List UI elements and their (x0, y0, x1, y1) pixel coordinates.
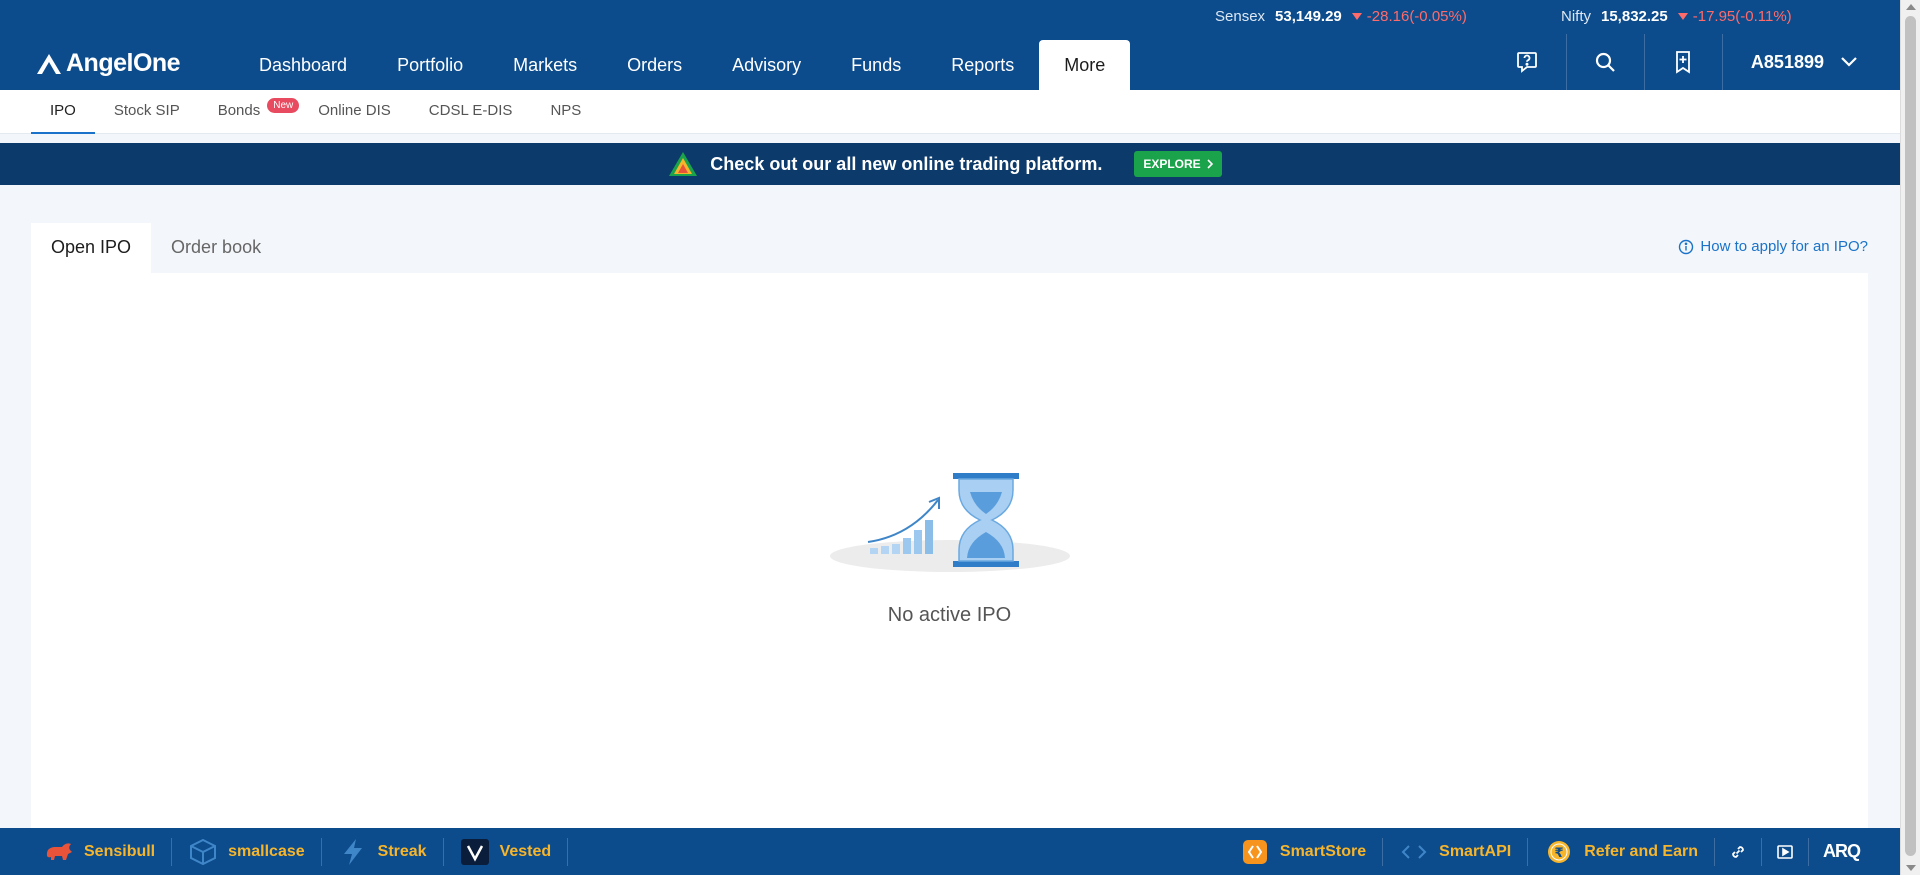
empty-state-message: No active IPO (887, 604, 1012, 626)
search-icon (1596, 52, 1616, 72)
info-icon (1679, 239, 1694, 254)
footer-smartstore[interactable]: SmartStore (1224, 837, 1384, 866)
pyramid-logo-icon (669, 152, 698, 176)
footer-vested[interactable]: Vested (444, 837, 569, 866)
main-nav-items: Dashboard Portfolio Markets Orders Advis… (234, 34, 1131, 90)
vested-logo-icon (460, 838, 489, 865)
nifty-value: 15,832.25 (1601, 8, 1668, 25)
down-arrow-icon (1351, 13, 1362, 20)
banner-text: Check out our all new online trading pla… (710, 153, 1103, 174)
hourglass-growth-illustration (829, 473, 1070, 572)
promo-banner[interactable]: Check out our all new online trading pla… (0, 143, 1900, 185)
sensex-change: -28.16(-0.05%) (1351, 8, 1467, 25)
subnav-ipo[interactable]: IPO (31, 90, 95, 134)
sensibull-label: Sensibull (84, 842, 156, 860)
down-arrow-icon (1677, 13, 1688, 20)
lightning-icon (343, 838, 362, 865)
sensex-ticker[interactable]: Sensex 53,149.29 -28.16(-0.05%) (1215, 8, 1467, 25)
partner-footer: Sensibull smallcase Streak Vested SmartS… (0, 828, 1900, 875)
sub-navbar: IPO Stock SIP Bonds New Online DIS CDSL … (0, 90, 1900, 134)
nifty-name: Nifty (1561, 8, 1591, 25)
bull-icon (46, 842, 72, 860)
ipo-tabs: Open IPO Order book (31, 223, 281, 273)
footer-refer-and-earn[interactable]: ₹ Refer and Earn (1528, 837, 1715, 866)
nav-right-tools: A851899 (1489, 34, 1900, 90)
code-brackets-icon (1401, 844, 1427, 859)
nav-portfolio[interactable]: Portfolio (372, 34, 488, 90)
smallcase-cube-icon (190, 838, 217, 865)
explore-button[interactable]: EXPLORE (1134, 151, 1222, 177)
chevron-down-icon (1841, 57, 1857, 67)
search-button[interactable] (1567, 34, 1645, 90)
nav-advisory[interactable]: Advisory (707, 34, 826, 90)
how-to-apply-link[interactable]: How to apply for an IPO? (1678, 238, 1868, 255)
subnav-stock-sip[interactable]: Stock SIP (95, 90, 199, 134)
footer-link-button[interactable] (1715, 837, 1762, 866)
smartstore-label: SmartStore (1279, 842, 1367, 860)
account-menu[interactable]: A851899 (1723, 52, 1900, 73)
help-button[interactable] (1489, 34, 1567, 90)
svg-text:₹: ₹ (1555, 846, 1564, 861)
nav-reports[interactable]: Reports (926, 34, 1039, 90)
tab-order-book[interactable]: Order book (151, 223, 281, 273)
play-video-icon (1777, 844, 1793, 859)
link-icon (1732, 845, 1744, 858)
nav-more[interactable]: More (1039, 40, 1131, 90)
nav-markets[interactable]: Markets (488, 34, 602, 90)
nav-funds[interactable]: Funds (826, 34, 926, 90)
ipo-content-card: No active IPO (31, 273, 1868, 828)
footer-sensibull[interactable]: Sensibull (28, 837, 173, 866)
angelone-logo-icon (37, 53, 61, 74)
scroll-up-icon[interactable] (1906, 4, 1916, 10)
rupee-coin-icon: ₹ (1548, 840, 1571, 863)
brand-name: AngelOne (66, 49, 181, 77)
footer-streak[interactable]: Streak (322, 837, 444, 866)
scroll-thumb[interactable] (1905, 16, 1916, 856)
nifty-change: -17.95(-0.11%) (1677, 8, 1792, 25)
market-ticker-bar: Sensex 53,149.29 -28.16(-0.05%) Nifty 15… (0, 0, 1900, 34)
tab-open-ipo[interactable]: Open IPO (31, 223, 152, 273)
watchlist-button[interactable] (1645, 34, 1723, 90)
smallcase-label: smallcase (228, 842, 305, 860)
footer-smartapi[interactable]: SmartAPI (1383, 837, 1529, 866)
bookmark-add-icon (1676, 51, 1691, 74)
page-scrollbar[interactable] (1900, 0, 1920, 875)
footer-video-button[interactable] (1762, 837, 1809, 866)
angelone-logo[interactable]: AngelOne (36, 49, 181, 78)
refer-label: Refer and Earn (1584, 842, 1698, 860)
vested-label: Vested (499, 842, 552, 860)
subnav-cdsl-edis[interactable]: CDSL E-DIS (410, 90, 532, 134)
scroll-down-icon[interactable] (1906, 865, 1916, 871)
arq-label: ARQ (1823, 841, 1861, 861)
chevron-right-icon (1207, 159, 1213, 169)
explore-label: EXPLORE (1143, 157, 1201, 171)
sensex-name: Sensex (1215, 8, 1266, 25)
nav-orders[interactable]: Orders (602, 34, 707, 90)
help-chat-icon (1517, 52, 1538, 73)
subnav-online-dis[interactable]: Online DIS (299, 90, 410, 134)
streak-label: Streak (377, 842, 427, 860)
smartstore-icon (1242, 839, 1267, 864)
nav-dashboard[interactable]: Dashboard (234, 34, 372, 90)
smartapi-label: SmartAPI (1439, 842, 1512, 860)
footer-smallcase[interactable]: smallcase (172, 837, 322, 866)
subnav-nps[interactable]: NPS (531, 90, 600, 134)
new-badge: New (267, 98, 300, 113)
arq-logo[interactable]: ARQ (1809, 841, 1861, 862)
subnav-bonds-label: Bonds (217, 102, 261, 119)
account-id: A851899 (1750, 51, 1824, 72)
empty-state: No active IPO (31, 458, 1868, 627)
main-navbar: AngelOne Dashboard Portfolio Markets Ord… (0, 34, 1900, 90)
subnav-bonds[interactable]: Bonds New (199, 90, 300, 134)
nifty-ticker[interactable]: Nifty 15,832.25 -17.95(-0.11%) (1561, 8, 1792, 25)
sensex-value: 53,149.29 (1275, 8, 1342, 25)
how-to-apply-label: How to apply for an IPO? (1700, 238, 1868, 255)
